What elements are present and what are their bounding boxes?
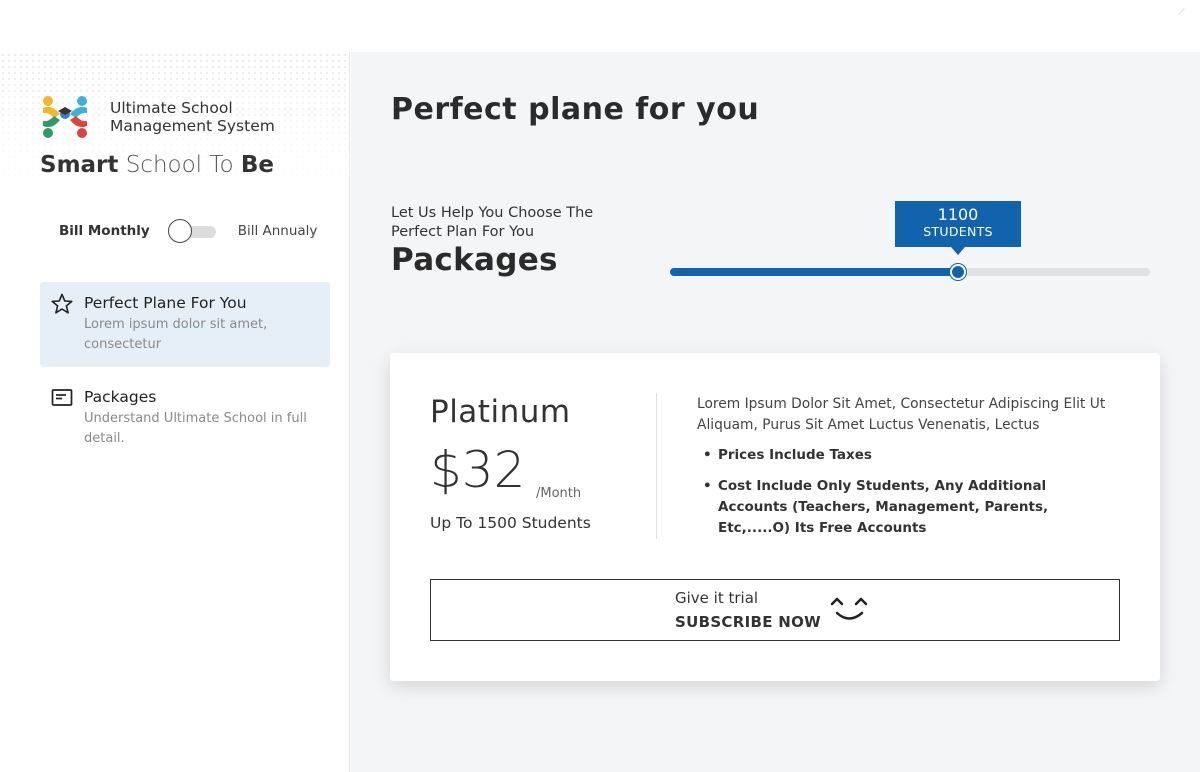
student-count-slider[interactable] [670,264,1150,280]
plan-name: Platinum [430,394,571,430]
star-icon [51,293,73,314]
bill-annually-label[interactable]: Bill Annualy [238,223,318,239]
subscribe-label: SUBSCRIBE NOW [675,613,822,631]
plan-description: Lorem Ipsum Dolor Sit Amet, Consectetur … [697,396,1106,433]
toggle-knob [167,219,192,243]
billing-toggle[interactable] [167,219,216,243]
plan-features: Prices Include Taxes Cost Include Only S… [703,445,1103,549]
document-icon [51,389,73,406]
help-text: Let Us Help You Choose The Perfect Plan … [391,205,594,240]
sidebar: Ultimate School Management System Smart … [0,52,350,772]
school-logo-icon [43,96,87,138]
subscribe-button[interactable]: Give it trial SUBSCRIBE NOW [430,579,1120,641]
slider-fill [670,268,958,276]
page-title: Perfect plane for you [391,92,760,127]
student-count-value: 1100 [937,205,979,224]
sidebar-item-description: Understand Ultimate School in full detai… [84,411,307,446]
tagline-word-2: School [125,152,203,178]
tagline-word-1: Smart [40,152,119,178]
slider-handle[interactable] [950,264,966,280]
plan-card: Platinum $32 /Month Up To 1500 Students … [390,353,1160,681]
tagline-word-4: Be [240,152,275,178]
feature-item: Cost Include Only Students, Any Addition… [703,476,1103,539]
tagline-word-3: To [209,152,234,178]
brand-name: Ultimate School Management System [110,99,275,135]
subscribe-subtext: Give it trial [675,589,759,607]
sidebar-item-perfect-plane[interactable]: Perfect Plane For You Lorem ipsum dolor … [40,282,330,367]
sidebar-item-packages[interactable]: Packages Understand Ultimate School in f… [40,376,330,461]
plan-period: /Month [536,486,582,501]
plan-price: $32 [430,441,526,499]
main-content: Perfect plane for you Let Us Help You Ch… [351,52,1200,772]
student-count-unit: STUDENTS [923,224,993,239]
sidebar-item-description: Lorem ipsum dolor sit amet, consectetur [84,317,268,352]
brand-line-1: Ultimate School [110,99,233,117]
tagline: Smart School To Be [40,152,274,178]
card-divider [656,393,657,539]
feature-item: Prices Include Taxes [703,445,1103,466]
plan-students-limit: Up To 1500 Students [430,514,591,532]
student-count-tooltip: 1100 STUDENTS [895,201,1021,255]
sidebar-item-title: Perfect Plane For You [84,294,247,312]
corner-arrow-icon [1178,8,1190,20]
sidebar-item-title: Packages [84,388,157,406]
brand-line-2: Management System [110,117,275,135]
billing-period-switch: Bill Monthly Bill Annualy [59,219,319,243]
packages-title: Packages [391,242,558,278]
top-bar [0,0,1200,52]
smile-icon [830,597,868,620]
bill-monthly-label[interactable]: Bill Monthly [59,223,150,239]
